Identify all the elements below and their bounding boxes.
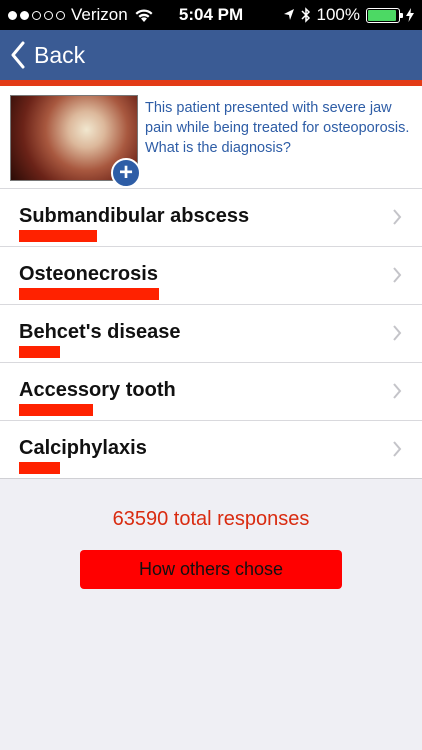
status-bar: Verizon 5:04 PM 100% bbox=[0, 0, 422, 30]
response-share-bar bbox=[19, 346, 60, 358]
total-responses: 63590 total responses bbox=[112, 508, 310, 530]
back-label: Back bbox=[34, 41, 86, 68]
response-share-bar bbox=[19, 230, 97, 242]
response-share-bar bbox=[19, 462, 60, 474]
answer-option[interactable]: Osteonecrosis bbox=[0, 247, 422, 305]
answer-option[interactable]: Accessory tooth bbox=[0, 363, 422, 421]
chevron-right-icon bbox=[393, 209, 402, 225]
answer-label: Calciphylaxis bbox=[19, 437, 147, 459]
chevron-right-icon bbox=[393, 267, 402, 283]
battery-icon bbox=[366, 7, 403, 23]
answer-label: Accessory tooth bbox=[19, 379, 176, 401]
question-text: This patient presented with severe jaw p… bbox=[145, 100, 410, 156]
answer-option[interactable]: Calciphylaxis bbox=[0, 421, 422, 479]
case-image[interactable]: + bbox=[10, 95, 141, 188]
chevron-right-icon bbox=[393, 325, 402, 341]
answer-option[interactable]: Behcet's disease bbox=[0, 305, 422, 363]
answer-list: Submandibular abscess Osteonecrosis Behcet… bbox=[0, 189, 422, 479]
bluetooth-icon bbox=[300, 7, 310, 23]
chevron-left-icon bbox=[11, 41, 25, 69]
status-right: 100% bbox=[283, 5, 414, 25]
chevron-right-icon bbox=[393, 383, 402, 399]
answer-option[interactable]: Submandibular abscess bbox=[0, 189, 422, 247]
location-arrow-icon bbox=[283, 9, 294, 20]
chevron-right-icon bbox=[393, 441, 402, 457]
answer-label: Submandibular abscess bbox=[19, 205, 250, 227]
response-share-bar bbox=[19, 404, 93, 416]
back-button[interactable]: Back bbox=[10, 40, 85, 70]
question-card: + This patient presented with severe jaw… bbox=[0, 86, 422, 189]
battery-percent: 100% bbox=[316, 5, 360, 24]
response-share-bar bbox=[19, 288, 159, 300]
how-others-chose-button[interactable]: How others chose bbox=[80, 550, 342, 589]
plus-circle-icon[interactable]: + bbox=[111, 158, 141, 188]
answer-label: Osteonecrosis bbox=[19, 263, 158, 285]
answer-label: Behcet's disease bbox=[19, 321, 181, 343]
navigation-bar: Back bbox=[0, 30, 422, 86]
charging-bolt-icon bbox=[406, 8, 414, 22]
